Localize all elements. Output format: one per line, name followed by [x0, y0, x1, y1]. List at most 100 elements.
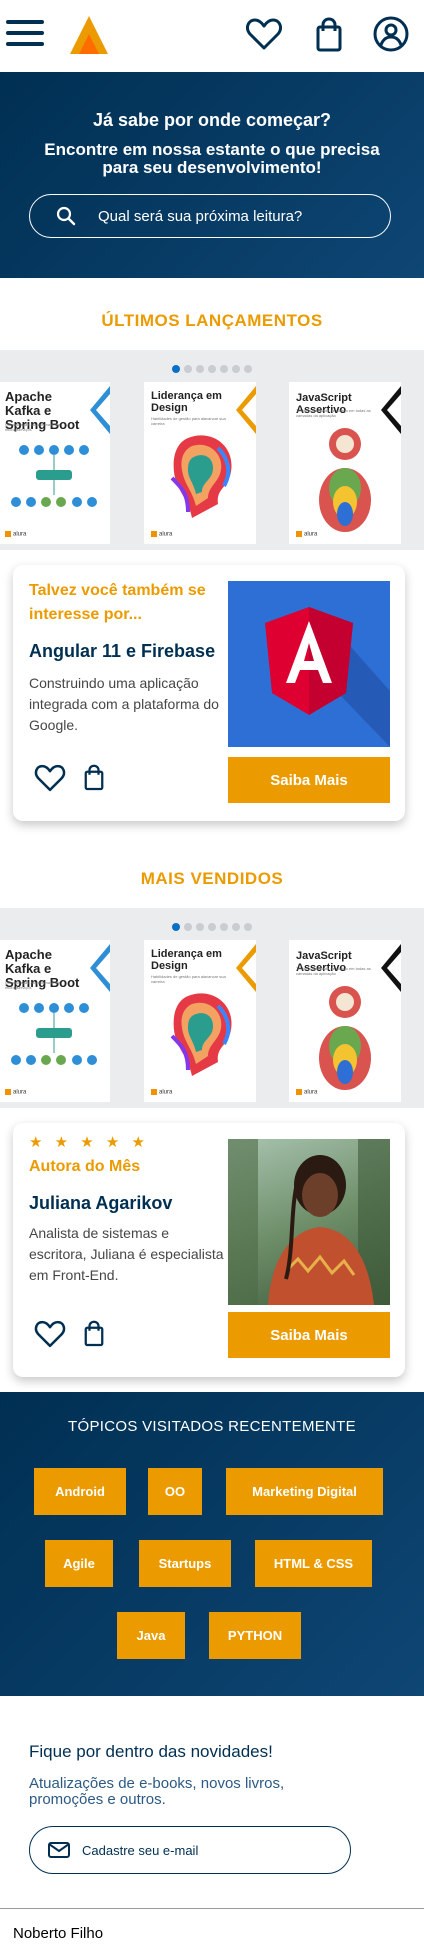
book-subtitle: Comunicação assíncrona entre microsservi…	[5, 422, 61, 432]
author-photo[interactable]	[228, 1139, 390, 1305]
author-description: Analista de sistemas e escritora, Julian…	[29, 1225, 224, 1283]
card-kicker: Talvez você também se interesse por...	[29, 582, 206, 623]
heart-icon[interactable]	[244, 14, 284, 54]
card-title[interactable]: Angular 11 e Firebase	[29, 641, 215, 662]
hero-banner: Já sabe por onde começar? Encontre em no…	[0, 72, 424, 278]
newsletter-description: Atualizações de e-books, novos livros, p…	[29, 1775, 285, 1808]
book-cover-apache-kafka[interactable]: Apache Kafka e Spring Boot Comunicação a…	[0, 382, 110, 544]
heart-icon[interactable]	[33, 761, 67, 795]
rating-stars: ★ ★ ★ ★ ★	[29, 1134, 149, 1151]
book-title: Liderança em Design	[151, 390, 222, 414]
card-description: Construindo uma aplicação integrada com …	[29, 675, 219, 733]
best-sellers-carousel: Apache Kafka e Spring Boot Comunicação a…	[0, 908, 424, 1108]
topic-chip-python[interactable]: PYTHON	[209, 1612, 301, 1659]
shopping-bag-icon[interactable]	[309, 14, 349, 54]
heart-icon[interactable]	[33, 1317, 67, 1351]
carousel-dots	[0, 918, 424, 936]
topic-chip-startups[interactable]: Startups	[139, 1540, 231, 1587]
book-subtitle: Testes e qualidade de código em todas as…	[296, 408, 371, 418]
book-subtitle: Comunicação assíncrona entre microsservi…	[5, 980, 61, 990]
book-subtitle: Habilidades de gestão para alavancar sua…	[151, 416, 226, 426]
carousel-dot[interactable]	[172, 365, 180, 373]
card-kicker: Autora do Mês	[29, 1158, 141, 1175]
hamburger-menu-icon[interactable]	[6, 20, 44, 50]
nesting-doll-illustration	[319, 428, 371, 532]
user-circle-icon[interactable]	[371, 14, 411, 54]
best-sellers-title: MAIS VENDIDOS	[140, 869, 284, 888]
topic-chip-agile[interactable]: Agile	[45, 1540, 113, 1587]
nesting-doll-illustration	[319, 986, 371, 1090]
carousel-dot[interactable]	[208, 365, 216, 373]
carousel-dot[interactable]	[184, 365, 192, 373]
carousel-dots	[0, 360, 424, 378]
author-name[interactable]: Juliana Agarikov	[29, 1193, 172, 1214]
topic-chip-html-css[interactable]: HTML & CSS	[255, 1540, 372, 1587]
book-publisher: alura	[5, 531, 26, 538]
carousel-dot[interactable]	[208, 923, 216, 931]
book-publisher: alura	[5, 1089, 26, 1096]
carousel-dot[interactable]	[232, 365, 240, 373]
author-of-month-card: ★ ★ ★ ★ ★ Autora do Mês Juliana Agarikov…	[13, 1123, 405, 1377]
colorful-head-illustration	[170, 993, 232, 1076]
book-publisher: alura	[151, 531, 172, 538]
book-cover-apache-kafka[interactable]: Apache Kafka e Spring Boot Comunicação a…	[0, 940, 110, 1102]
footer: Noberto Filho	[0, 1908, 424, 1960]
kafka-diagram-illustration	[11, 1003, 97, 1065]
topics-title: TÓPICOS VISITADOS RECENTEMENTE	[68, 1418, 356, 1435]
carousel-dot[interactable]	[244, 923, 252, 931]
learn-more-button[interactable]: Saiba Mais	[228, 757, 390, 803]
envelope-icon	[48, 1842, 70, 1858]
latest-carousel: Apache Kafka e Spring Boot Comunicação a…	[0, 350, 424, 550]
cover-accent-shape	[236, 386, 256, 434]
book-cover-javascript-assertivo[interactable]: JavaScript Assertivo Testes e qualidade …	[289, 940, 401, 1102]
triangle-logo-icon[interactable]	[68, 14, 110, 56]
colorful-head-illustration	[170, 435, 232, 518]
book-cover-javascript-assertivo[interactable]: JavaScript Assertivo Testes e qualidade …	[289, 382, 401, 544]
book-publisher: alura	[296, 1089, 317, 1096]
top-header	[0, 0, 424, 72]
latest-releases-title: ÚLTIMOS LANÇAMENTOS	[101, 311, 323, 330]
angular-logo-icon	[265, 607, 390, 747]
newsletter-email-field[interactable]	[29, 1826, 351, 1874]
book-cover-lideranca-design[interactable]: Liderança em Design Habilidades de gestã…	[144, 382, 256, 544]
newsletter-title: Fique por dentro das novidades!	[29, 1742, 273, 1761]
carousel-dot[interactable]	[172, 923, 180, 931]
topic-chip-java[interactable]: Java	[117, 1612, 185, 1659]
shopping-bag-icon[interactable]	[79, 1316, 109, 1350]
topic-chip-android[interactable]: Android	[34, 1468, 126, 1515]
book-publisher: alura	[296, 531, 317, 538]
carousel-dot[interactable]	[244, 365, 252, 373]
recommendation-card: Talvez você também se interesse por... A…	[13, 565, 405, 821]
carousel-dot[interactable]	[196, 923, 204, 931]
footer-author: Noberto Filho	[13, 1925, 104, 1942]
cover-accent-shape	[381, 944, 401, 992]
cover-accent-shape	[381, 386, 401, 434]
book-subtitle: Habilidades de gestão para alavancar sua…	[151, 974, 226, 984]
shopping-bag-icon[interactable]	[79, 760, 109, 794]
learn-more-button[interactable]: Saiba Mais	[228, 1312, 390, 1358]
book-cover-lideranca-design[interactable]: Liderança em Design Habilidades de gestã…	[144, 940, 256, 1102]
topic-chip-oo[interactable]: OO	[148, 1468, 202, 1515]
book-cover-image[interactable]	[228, 581, 390, 747]
author-portrait-illustration	[228, 1139, 390, 1305]
search-icon	[56, 206, 76, 226]
carousel-dot[interactable]	[184, 923, 192, 931]
cover-accent-shape	[90, 944, 110, 992]
carousel-dot[interactable]	[220, 923, 228, 931]
topic-chip-marketing-digital[interactable]: Marketing Digital	[226, 1468, 383, 1515]
book-publisher: alura	[151, 1089, 172, 1096]
book-subtitle: Testes e qualidade de código em todas as…	[296, 966, 371, 976]
cover-accent-shape	[90, 386, 110, 434]
cover-accent-shape	[236, 944, 256, 992]
carousel-dot[interactable]	[196, 365, 204, 373]
email-input[interactable]	[82, 1842, 322, 1858]
search-input[interactable]	[98, 207, 358, 225]
search-bar[interactable]	[29, 194, 391, 238]
kafka-diagram-illustration	[11, 445, 97, 507]
recent-topics-section: TÓPICOS VISITADOS RECENTEMENTE Android O…	[0, 1392, 424, 1696]
banner-title: Já sabe por onde começar?	[92, 110, 332, 130]
carousel-dot[interactable]	[232, 923, 240, 931]
banner-subtitle: Encontre em nossa estante o que precisa …	[44, 140, 380, 177]
book-title: Liderança em Design	[151, 948, 222, 972]
carousel-dot[interactable]	[220, 365, 228, 373]
